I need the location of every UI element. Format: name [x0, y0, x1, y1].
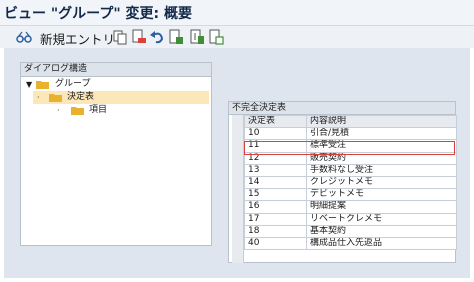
cell-code[interactable]: 40	[244, 236, 307, 251]
cell-code[interactable]: 17	[244, 212, 307, 226]
table-row[interactable]: 14 クレジットメモ	[244, 175, 457, 190]
tree-node-label: 項目	[89, 105, 108, 115]
cell-code[interactable]: 13	[244, 163, 307, 177]
select-block-icon[interactable]	[189, 29, 205, 45]
table-row[interactable]: 11 標準受注	[244, 139, 457, 153]
table-header-row: 決定表 内容説明	[244, 114, 457, 129]
tree-bullet-icon: ·	[57, 106, 60, 115]
glasses-icon[interactable]	[16, 29, 32, 45]
tree-node-items[interactable]: · 項目	[51, 104, 209, 117]
dialog-structure-header: ダイアログ構造	[21, 63, 211, 77]
cell-description[interactable]: デビットメモ	[306, 188, 457, 202]
cell-description[interactable]: 基本契約	[306, 224, 457, 238]
table-panel-header: 不完全決定表	[229, 102, 455, 115]
folder-icon	[49, 94, 62, 102]
tree-node-label: グループ	[55, 79, 91, 89]
folder-icon	[71, 107, 84, 115]
cell-description[interactable]: 販売契約	[306, 151, 457, 165]
dialog-structure-panel: ダイアログ構造 ▼ グループ · 決定表 · 項目	[20, 62, 212, 246]
deselect-all-icon[interactable]	[208, 29, 224, 45]
copy-icon[interactable]	[112, 29, 128, 45]
tree-node-determination-table[interactable]: · 決定表	[33, 91, 209, 104]
table-row[interactable]: 13 手数料なし受注	[244, 163, 457, 177]
column-header-description[interactable]: 内容説明	[306, 114, 457, 129]
tree-bullet-icon: ·	[37, 93, 40, 102]
cell-description[interactable]: 引合/見積	[306, 127, 457, 141]
table-row[interactable]: 10 引合/見積	[244, 127, 457, 141]
cell-code[interactable]: 15	[244, 188, 307, 202]
table-row[interactable]: 16 明細提案	[244, 200, 457, 214]
cell-description[interactable]: 構成品仕入先返品	[306, 236, 457, 251]
table-row[interactable]: 15 デビットメモ	[244, 188, 457, 202]
delete-icon[interactable]	[131, 29, 147, 45]
expand-triangle-icon[interactable]: ▼	[26, 78, 32, 91]
cell-code[interactable]: 16	[244, 200, 307, 214]
folder-icon	[36, 81, 49, 89]
cell-description[interactable]: 手数料なし受注	[306, 163, 457, 177]
title-bar: ビュー "グループ" 変更: 概要	[0, 0, 474, 26]
cell-description[interactable]: 標準受注	[306, 139, 457, 153]
table-row[interactable]: 40 構成品仕入先返品	[244, 236, 457, 251]
cell-code[interactable]: 10	[244, 127, 307, 141]
undo-icon[interactable]	[149, 29, 165, 45]
table-row[interactable]: 18 基本契約	[244, 224, 457, 238]
determination-table: 決定表 内容説明 10 引合/見積 11 標準受注 12 販売契約 13 手数料なし受注…	[244, 114, 457, 251]
cell-code[interactable]: 14	[244, 175, 307, 190]
column-header-determination[interactable]: 決定表	[244, 114, 307, 129]
cell-description[interactable]: 明細提案	[306, 200, 457, 214]
toolbar: 新規エントリ	[0, 26, 474, 48]
tree-node-group[interactable]: ▼ グループ	[23, 78, 209, 91]
incomplete-determination-panel: 不完全決定表 決定表 内容説明 10 引合/見積 11 標準受注 12 販売契約 13…	[228, 101, 457, 263]
row-selector-column[interactable]	[232, 115, 244, 263]
table-row[interactable]: 17 リベートクレメモ	[244, 212, 457, 226]
cell-description[interactable]: リベートクレメモ	[306, 212, 457, 226]
tree-node-label: 決定表	[67, 92, 95, 102]
cell-description[interactable]: クレジットメモ	[306, 175, 457, 190]
select-all-icon[interactable]	[168, 29, 184, 45]
window-title: ビュー "グループ" 変更: 概要	[4, 6, 192, 22]
table-row[interactable]: 12 販売契約	[244, 151, 457, 165]
cell-code[interactable]: 11	[244, 139, 307, 153]
cell-code[interactable]: 12	[244, 151, 307, 165]
cell-code[interactable]: 18	[244, 224, 307, 238]
new-entries-button[interactable]: 新規エントリ	[40, 29, 115, 48]
